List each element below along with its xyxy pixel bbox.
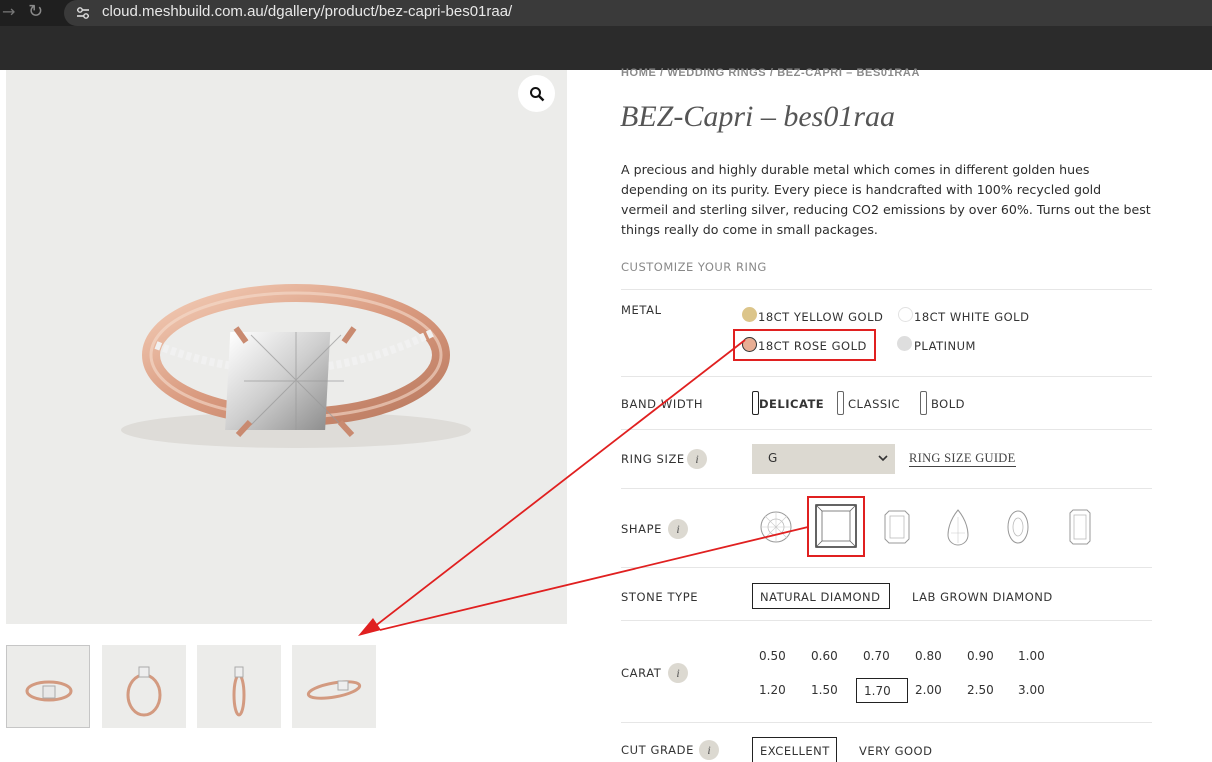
carat-option[interactable]: 2.00 xyxy=(915,683,942,697)
carat-option[interactable]: 0.70 xyxy=(863,649,890,663)
band-bold-icon[interactable] xyxy=(920,391,927,415)
shape-label: SHAPE xyxy=(621,522,663,536)
thumbnail-angled-view[interactable] xyxy=(292,645,376,728)
carat-option[interactable]: 0.90 xyxy=(967,649,994,663)
band-classic-icon[interactable] xyxy=(837,391,844,415)
divider xyxy=(621,722,1152,723)
metal-label: METAL xyxy=(621,303,662,317)
band-option-classic[interactable]: CLASSIC xyxy=(848,397,900,411)
stone-type-label: STONE TYPE xyxy=(621,590,699,604)
main-product-image[interactable] xyxy=(6,70,567,624)
divider xyxy=(621,567,1152,568)
metal-option-platinum[interactable]: PLATINUM xyxy=(914,339,976,353)
divider xyxy=(621,376,1152,377)
ring-thumbnail-image xyxy=(232,666,246,717)
shape-round-icon[interactable] xyxy=(756,505,796,549)
carat-option[interactable]: 0.60 xyxy=(811,649,838,663)
yellow-gold-swatch[interactable] xyxy=(742,307,757,322)
chevron-down-icon xyxy=(877,450,889,469)
shape-pear-icon[interactable] xyxy=(938,505,978,549)
shape-emerald-icon[interactable] xyxy=(1060,505,1100,549)
reload-icon[interactable]: ↻ xyxy=(28,2,50,22)
annotation-rose-gold-highlight xyxy=(733,329,876,361)
divider xyxy=(621,289,1152,290)
band-delicate-icon[interactable] xyxy=(752,391,759,415)
zoom-button[interactable] xyxy=(518,75,555,112)
shape-info-icon[interactable]: i xyxy=(668,519,688,539)
product-title: BEZ-Capri – bes01raa xyxy=(620,100,896,133)
band-width-label: BAND WIDTH xyxy=(621,397,704,411)
ring-size-label: RING SIZE xyxy=(621,452,685,466)
ring-size-info-icon[interactable]: i xyxy=(687,449,707,469)
magnifier-icon xyxy=(529,86,544,101)
product-description: A precious and highly durable metal whic… xyxy=(621,162,1151,237)
forward-icon[interactable]: → xyxy=(2,2,16,22)
cut-grade-info-icon[interactable]: i xyxy=(699,740,719,760)
stone-option-natural-diamond[interactable]: NATURAL DIAMOND xyxy=(760,590,881,604)
band-option-bold[interactable]: BOLD xyxy=(931,397,965,411)
divider xyxy=(621,620,1152,621)
band-option-delicate[interactable]: DELICATE xyxy=(759,397,824,411)
ring-size-guide-link[interactable]: RING SIZE GUIDE xyxy=(909,451,1016,467)
metal-option-white-gold[interactable]: 18CT WHITE GOLD xyxy=(914,310,1029,324)
cut-option-excellent[interactable]: EXCELLENT xyxy=(760,744,830,758)
carat-option[interactable]: 3.00 xyxy=(1018,683,1045,697)
browser-chrome: → ↻ cloud.meshbuild.com.au/dgallery/prod… xyxy=(0,0,1212,70)
carat-option[interactable]: 1.00 xyxy=(1018,649,1045,663)
ring-thumbnail-image xyxy=(25,680,73,702)
stone-option-lab-grown-diamond[interactable]: LAB GROWN DIAMOND xyxy=(912,590,1053,604)
thumbnail-side-standing-view[interactable] xyxy=(102,645,186,728)
carat-option[interactable]: 2.50 xyxy=(967,683,994,697)
cut-grade-label: CUT GRADE xyxy=(621,743,694,757)
carat-info-icon[interactable]: i xyxy=(668,663,688,683)
site-info-icon[interactable] xyxy=(74,4,92,22)
ring-thumbnail-image xyxy=(126,666,162,717)
carat-option[interactable]: 1.50 xyxy=(811,683,838,697)
carat-label: CARAT xyxy=(621,666,662,680)
thumbnail-profile-view[interactable] xyxy=(197,645,281,728)
platinum-swatch[interactable] xyxy=(897,336,912,351)
ring-illustration xyxy=(121,284,471,448)
shape-oval-icon[interactable] xyxy=(998,505,1038,549)
ring-thumbnail-image xyxy=(306,680,362,700)
annotation-princess-highlight xyxy=(807,496,865,557)
cut-option-very-good[interactable]: VERY GOOD xyxy=(859,744,932,758)
breadcrumb[interactable]: HOME / WEDDING RINGS / BEZ-CAPRI – BES01… xyxy=(621,67,920,79)
carat-option[interactable]: 0.50 xyxy=(759,649,786,663)
divider xyxy=(621,429,1152,430)
white-gold-swatch[interactable] xyxy=(898,307,913,322)
ring-size-select[interactable]: G xyxy=(752,444,895,474)
carat-option[interactable]: 1.20 xyxy=(759,683,786,697)
customize-heading: CUSTOMIZE YOUR RING xyxy=(621,260,767,274)
carat-option-selected[interactable]: 1.70 xyxy=(864,684,891,698)
ring-size-value: G xyxy=(768,451,778,465)
carat-option[interactable]: 0.80 xyxy=(915,649,942,663)
url-text[interactable]: cloud.meshbuild.com.au/dgallery/product/… xyxy=(102,3,512,20)
metal-option-yellow-gold[interactable]: 18CT YELLOW GOLD xyxy=(758,310,883,324)
thumbnail-front-view[interactable] xyxy=(6,645,90,728)
shape-radiant-icon[interactable] xyxy=(877,505,917,549)
divider xyxy=(621,488,1152,489)
